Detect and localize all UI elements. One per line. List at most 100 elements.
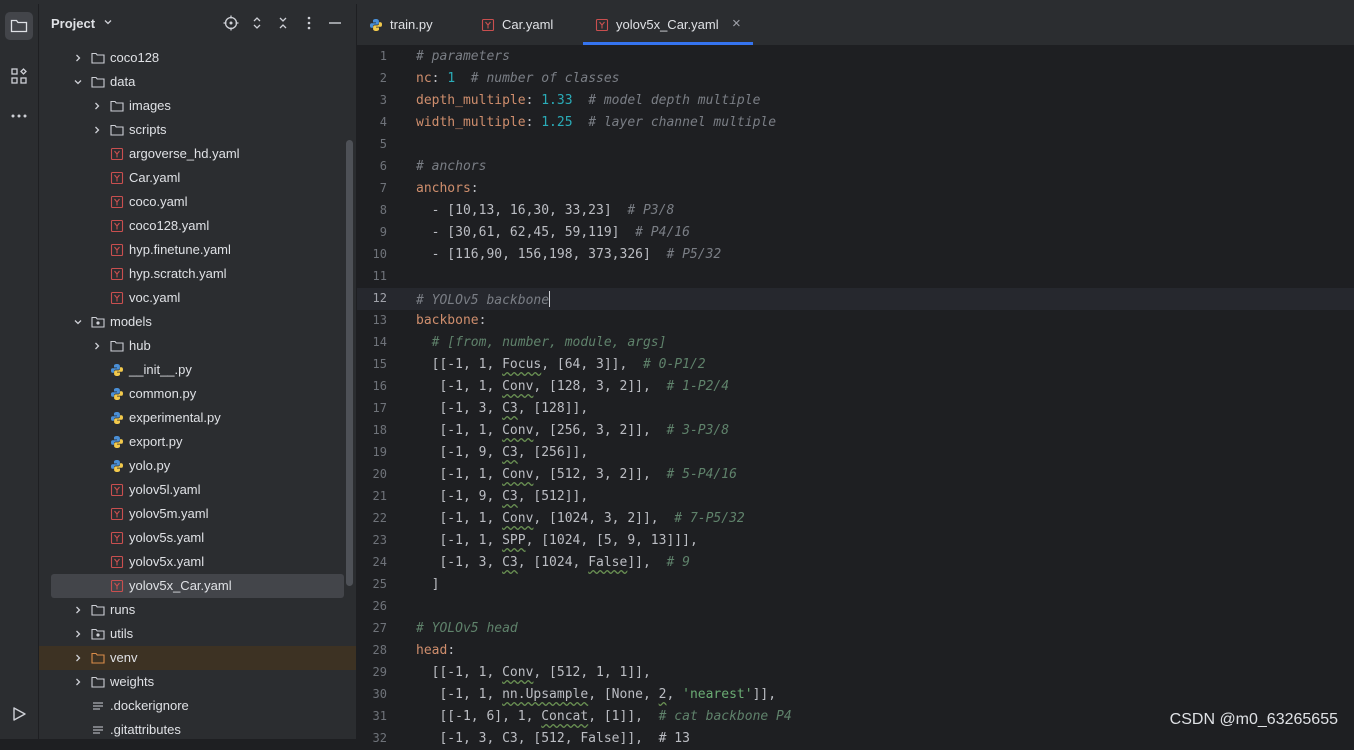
tree-file-item[interactable]: Car.yaml [39,166,344,190]
tree-folder-item[interactable]: coco128 [39,46,344,70]
chevron-right-icon[interactable] [91,340,103,352]
folder-icon [91,51,105,65]
code-token: # number of classes [470,71,620,86]
code-line[interactable]: 5 [357,134,1354,156]
run-icon [13,707,26,721]
structure-tool-button[interactable] [5,62,33,90]
code-line[interactable]: 9 - [30,61, 62,45, 59,119] # P4/16 [357,222,1354,244]
code-line[interactable]: 4 width_multiple: 1.25 # layer channel mu… [357,112,1354,134]
tree-folder-item[interactable]: weights [39,670,344,694]
code-line[interactable]: 24 [-1, 3, C3, [1024, False]], # 9 [357,552,1354,574]
tree-file-item[interactable]: argoverse_hd.yaml [39,142,344,166]
tree-file-item[interactable]: experimental.py [39,406,344,430]
expand-all-icon[interactable] [249,15,265,31]
code-token: # P4/16 [635,225,690,240]
tree-folder-item[interactable]: hub [39,334,344,358]
tree-folder-item[interactable]: runs [39,598,344,622]
code-line[interactable]: 6 # anchors [357,156,1354,178]
code-line[interactable]: 16 [-1, 1, Conv, [128, 3, 2]], # 1-P2/4 [357,376,1354,398]
more-tools-button[interactable] [5,102,33,130]
tree-file-item[interactable]: coco.yaml [39,190,344,214]
tree-file-item[interactable]: yolov5s.yaml [39,526,344,550]
tree-item-label: voc.yaml [129,290,181,305]
chevron-right-icon[interactable] [72,52,84,64]
code-line[interactable]: 2 nc: 1 # number of classes [357,68,1354,90]
tree-file-item[interactable]: .gitattributes [39,718,344,739]
chevron-right-icon[interactable] [91,124,103,136]
chevron-right-icon[interactable] [72,676,84,688]
tree-file-item[interactable]: hyp.scratch.yaml [39,262,344,286]
code-line[interactable]: 1 # parameters [357,46,1354,68]
code-line[interactable]: 11 [357,266,1354,288]
code-line[interactable]: 21 [-1, 9, C3, [512]], [357,486,1354,508]
code-line[interactable]: 10 - [116,90, 156,198, 373,326] # P5/32 [357,244,1354,266]
code-line[interactable]: 14 # [from, number, module, args] [357,332,1354,354]
chevron-down-icon[interactable] [102,16,114,28]
tree-file-item[interactable]: __init__.py [39,358,344,382]
tree-file-item[interactable]: export.py [39,430,344,454]
locate-icon[interactable] [223,15,239,31]
tree-file-item[interactable]: yolov5l.yaml [39,478,344,502]
code-line[interactable]: 27 # YOLOv5 head [357,618,1354,640]
code-line[interactable]: 3 depth_multiple: 1.33 # model depth mult… [357,90,1354,112]
tree-folder-item[interactable]: models [39,310,344,334]
project-scrollbar[interactable] [346,140,353,586]
code-token: , [256]], [517,445,589,460]
run-tool-button[interactable] [5,700,33,728]
tree-item-label: images [129,98,171,113]
tree-file-item[interactable]: coco128.yaml [39,214,344,238]
chevron-right-icon[interactable] [72,604,84,616]
project-title[interactable]: Project [51,16,95,31]
code-line[interactable]: 22 [-1, 1, Conv, [1024, 3, 2]], # 7-P5/3… [357,508,1354,530]
tree-file-item[interactable]: yolov5m.yaml [39,502,344,526]
tree-file-item[interactable]: yolo.py [39,454,344,478]
code-line[interactable]: 32 [-1, 3, C3, [512, False]], # 13 [357,728,1354,750]
code-line[interactable]: 13 backbone: [357,310,1354,332]
code-token: , [64, 3]], [541,357,643,372]
code-line[interactable]: 20 [-1, 1, Conv, [512, 3, 2]], # 5-P4/16 [357,464,1354,486]
tree-folder-item[interactable]: utils [39,622,344,646]
code-line[interactable]: 29 [[-1, 1, Conv, [512, 1, 1]], [357,662,1354,684]
code-line[interactable]: 30 [-1, 1, nn.Upsample, [None, 2, 'neare… [357,684,1354,706]
code-line[interactable]: 19 [-1, 9, C3, [256]], [357,442,1354,464]
chevron-down-icon[interactable] [72,316,84,328]
code-token: : [478,313,487,328]
code-line[interactable]: 18 [-1, 1, Conv, [256, 3, 2]], # 3-P3/8 [357,420,1354,442]
editor-tab[interactable]: Car.yaml [469,4,583,45]
tree-file-item[interactable]: common.py [39,382,344,406]
code-line[interactable]: 7 anchors: [357,178,1354,200]
hide-panel-icon[interactable] [327,15,343,31]
chevron-right-icon[interactable] [91,100,103,112]
code-line[interactable]: 26 [357,596,1354,618]
tree-file-item[interactable]: yolov5x.yaml [39,550,344,574]
tree-file-item[interactable]: voc.yaml [39,286,344,310]
editor-tab[interactable]: yolov5x_Car.yaml × [583,4,753,45]
chevron-right-icon[interactable] [72,652,84,664]
code-line[interactable]: 12 # YOLOv5 backbone [357,288,1354,310]
code-line[interactable]: 17 [-1, 3, C3, [128]], [357,398,1354,420]
code-line[interactable]: 15 [[-1, 1, Focus, [64, 3]], # 0-P1/2 [357,354,1354,376]
line-number: 1 [379,49,387,63]
tree-file-item[interactable]: .dockerignore [39,694,344,718]
tree-file-item[interactable]: yolov5x_Car.yaml [51,574,344,598]
code-line[interactable]: 25 ] [357,574,1354,596]
collapse-all-icon[interactable] [275,15,291,31]
line-source: # anchors [416,159,486,174]
tree-folder-item[interactable]: data [39,70,344,94]
tree-folder-item[interactable]: images [39,94,344,118]
code-line[interactable]: 23 [-1, 1, SPP, [1024, [5, 9, 13]]], [357,530,1354,552]
code-token: 1.33 [541,93,573,108]
options-icon[interactable] [301,15,317,31]
editor-tab[interactable]: train.py [357,4,469,45]
tree-file-item[interactable]: hyp.finetune.yaml [39,238,344,262]
code-line[interactable]: 8 - [10,13, 16,30, 33,23] # P3/8 [357,200,1354,222]
code-token: # anchors [416,159,487,174]
tree-folder-item[interactable]: scripts [39,118,344,142]
chevron-right-icon[interactable] [72,628,84,640]
code-token: [-1, 3, [416,555,503,570]
project-tool-button[interactable] [5,12,33,40]
close-icon[interactable]: × [732,15,741,32]
tree-folder-item[interactable]: venv [39,646,356,670]
chevron-down-icon[interactable] [72,76,84,88]
code-line[interactable]: 28 head: [357,640,1354,662]
